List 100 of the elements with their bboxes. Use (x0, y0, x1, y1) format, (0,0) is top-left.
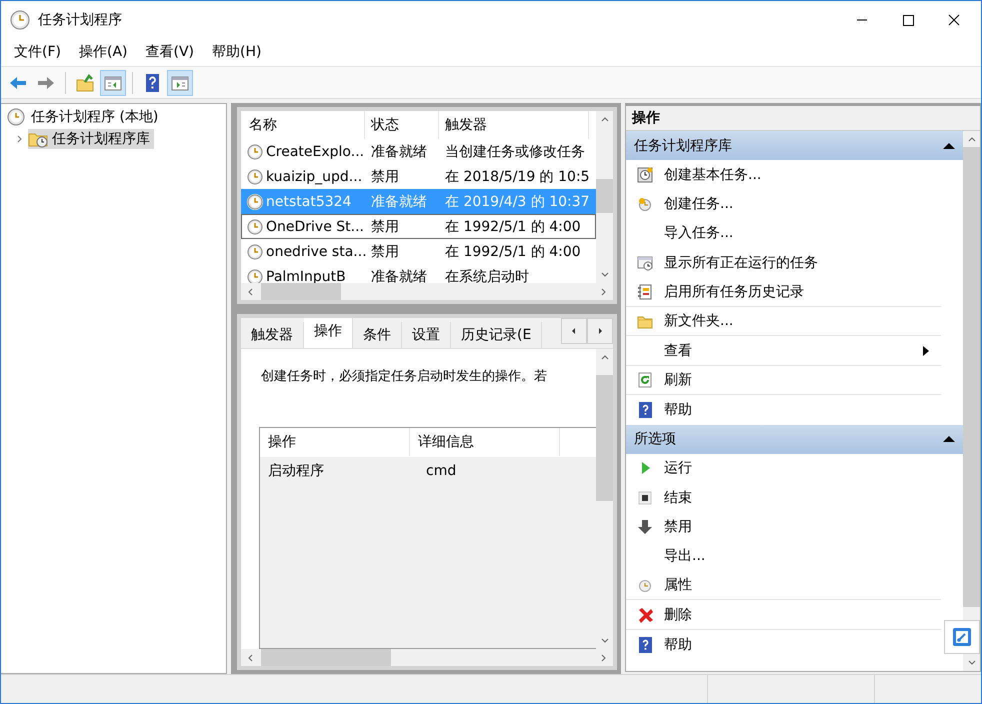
help-icon (637, 636, 653, 653)
action-label: 帮助 (664, 636, 693, 654)
task-trigger: 在 1992/5/1 的 4:00 (444, 242, 582, 260)
action-pane-button[interactable] (167, 70, 193, 96)
action-item[interactable]: 创建基本任务... (626, 160, 941, 190)
task-name: OneDrive St... (266, 218, 364, 234)
action-item[interactable]: 创建任务... (626, 189, 941, 219)
action-item[interactable]: 禁用 (626, 512, 941, 542)
refresh-icon (637, 372, 653, 388)
task-row[interactable]: CreateExplo... 准备就绪 当创建任务或修改任务 (241, 139, 596, 164)
scroll-thumb[interactable] (261, 649, 391, 666)
action-label: 导入任务... (664, 224, 734, 242)
help-icon (637, 402, 653, 418)
action-label: 启用所有任务历史记录 (664, 282, 805, 301)
action-item[interactable]: 导出... (626, 542, 941, 572)
action-label: 刷新 (664, 370, 693, 389)
menu-item[interactable]: 帮助(H) (203, 41, 270, 63)
horizontal-scrollbar[interactable] (241, 283, 613, 300)
clock-icon (247, 194, 263, 210)
action-label: 结束 (664, 488, 693, 507)
task-status: 禁用 (370, 168, 400, 186)
collapse-icon[interactable] (943, 435, 955, 444)
action-item[interactable]: 刷新 (626, 366, 941, 396)
delete-icon (637, 606, 653, 623)
action-item[interactable]: 帮助 (626, 630, 941, 660)
action-item[interactable]: 导入任务... (626, 218, 941, 248)
action-item[interactable]: 查看 (626, 336, 941, 366)
action-label: 禁用 (664, 518, 693, 536)
task-status: 准备就绪 (370, 268, 428, 283)
action-label: 查看 (664, 342, 693, 360)
scroll-down-icon[interactable] (600, 272, 608, 278)
log-book-icon (637, 284, 653, 300)
menu-item[interactable]: 操作(A) (70, 41, 136, 63)
action-item[interactable]: 显示所有正在运行的任务 (626, 248, 941, 278)
scroll-down-icon[interactable] (968, 660, 976, 666)
collapse-icon[interactable] (943, 142, 955, 150)
action-label: 新文件夹... (664, 312, 734, 330)
tree-item[interactable]: 任务计划程序 (本地) (7, 107, 162, 127)
menu-item[interactable]: 文件(F) (5, 41, 70, 63)
action-label: 显示所有正在运行的任务 (664, 254, 819, 272)
scroll-thumb[interactable] (261, 283, 341, 300)
task-row[interactable]: kuaizip_upd... 禁用 在 2018/5/19 的 10:5 (241, 164, 596, 189)
clock-icon (247, 218, 263, 234)
column-header[interactable]: 详细信息 (410, 428, 560, 456)
tree-item[interactable]: 任务计划程序库 (28, 129, 154, 149)
feedback-icon[interactable] (944, 620, 980, 654)
pane-title: 操作 (626, 106, 980, 131)
scroll-thumb[interactable] (596, 179, 613, 213)
action-item[interactable]: 结束 (626, 482, 941, 512)
clock-icon (247, 244, 263, 260)
vertical-scrollbar[interactable] (596, 349, 613, 649)
task-trigger: 在 2019/4/3 的 10:37 (444, 192, 589, 210)
action-item[interactable]: 运行 (626, 454, 941, 483)
stop-icon (637, 490, 653, 506)
down-arrow-icon (637, 518, 653, 535)
task-name: CreateExplo... (266, 144, 364, 160)
scroll-right-icon[interactable] (601, 654, 607, 662)
vertical-scrollbar[interactable] (596, 111, 613, 283)
action-label: 帮助 (664, 400, 693, 419)
action-item[interactable]: 属性 (626, 571, 941, 600)
clock-icon (247, 168, 263, 184)
section-title: 任务计划程序库 (634, 136, 733, 154)
clock-icon (10, 10, 30, 30)
description-text: 创建任务时，必须指定任务启动时发生的操作。若 (261, 368, 548, 386)
window-clock-icon (637, 254, 653, 271)
menu-item[interactable]: 查看(V) (136, 41, 204, 63)
table-cell-text: 启动程序 (267, 462, 325, 480)
scroll-down-icon[interactable] (600, 638, 608, 644)
action-label: 运行 (664, 459, 693, 478)
action-item[interactable]: 启用所有任务历史记录 (626, 278, 941, 307)
column-header[interactable]: 操作 (260, 428, 410, 456)
scroll-thumb[interactable] (596, 375, 613, 501)
scroll-right-icon[interactable] (601, 288, 607, 296)
task-name: netstat5324 (266, 194, 352, 210)
scroll-left-icon[interactable] (247, 654, 253, 662)
action-item[interactable]: 新文件夹... (626, 306, 941, 336)
scroll-left-icon[interactable] (247, 288, 253, 296)
task-status: 准备就绪 (370, 192, 428, 210)
clock-icon (637, 577, 653, 594)
task-trigger: 当创建任务或修改任务 (444, 142, 586, 160)
column-header[interactable]: 名称 (241, 111, 365, 139)
action-item[interactable]: 帮助 (626, 395, 941, 425)
console-tree-button[interactable] (100, 70, 126, 96)
task-name: onedrive sta... (266, 244, 367, 260)
calendar-clock-icon (637, 166, 653, 183)
section-header[interactable]: 任务计划程序库 (626, 131, 963, 160)
action-item[interactable]: 删除 (626, 600, 941, 630)
task-trigger: 在系统启动时 (444, 268, 530, 283)
tab[interactable]: 操作 (304, 318, 353, 348)
scroll-up-icon[interactable] (600, 116, 608, 122)
column-header[interactable]: 状态 (365, 111, 439, 139)
scroll-up-icon[interactable] (600, 354, 608, 360)
column-header[interactable]: 触发器 (439, 111, 589, 139)
task-row[interactable]: OneDrive St... 禁用 在 1992/5/1 的 4:00 (241, 214, 596, 239)
section-header[interactable]: 所选项 (626, 424, 963, 454)
task-row[interactable]: onedrive sta... 禁用 在 1992/5/1 的 4:00 (241, 239, 596, 264)
scroll-up-icon[interactable] (968, 136, 976, 142)
action-label: 导出... (664, 547, 706, 566)
task-name: kuaizip_upd... (266, 168, 362, 184)
task-status: 禁用 (370, 242, 400, 260)
